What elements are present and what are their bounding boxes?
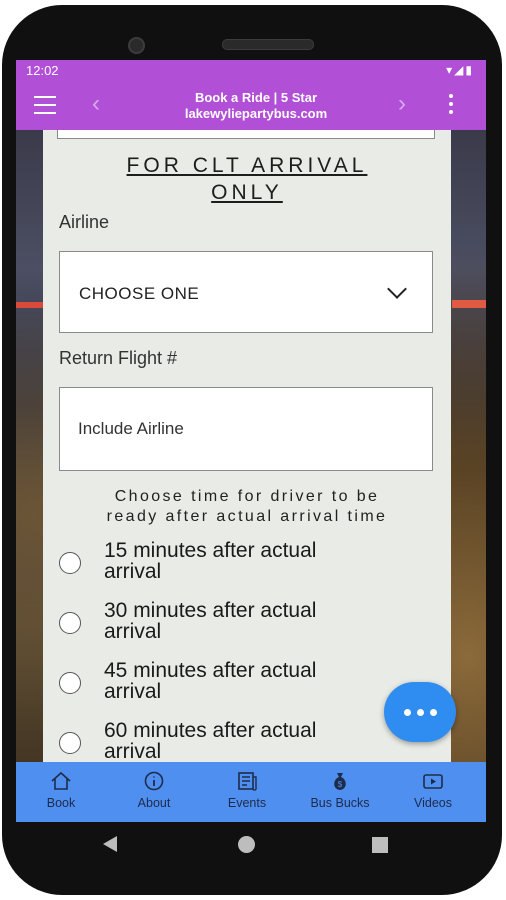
front-camera: [128, 37, 145, 54]
signal-icon: ◢: [454, 63, 466, 77]
radio-label-line2: arrival: [104, 740, 162, 763]
earpiece-speaker: [222, 39, 314, 50]
radio-option-45[interactable]: 45 minutes after actual arrival: [59, 660, 439, 714]
nav-label-events: Events: [227, 796, 267, 810]
section-heading: FOR CLT ARRIVAL ONLY: [43, 152, 451, 206]
system-back-icon[interactable]: [103, 836, 117, 852]
airline-label: Airline: [59, 212, 110, 232]
more-horizontal-icon: [404, 709, 411, 716]
app-bar: ‹ Book a Ride | 5 Star lakewyliepartybus…: [16, 82, 486, 130]
radio-option-30[interactable]: 30 minutes after actual arrival: [59, 600, 439, 654]
radio-label: 45 minutes after actual arrival: [104, 660, 404, 702]
driver-time-instructions: Choose time for driver to be ready after…: [43, 487, 451, 527]
airline-select[interactable]: CHOOSE ONE: [59, 251, 433, 333]
return-flight-field[interactable]: [59, 387, 433, 471]
status-bar: 12:02 ▾◢▮: [16, 60, 486, 82]
wifi-icon: ▾: [446, 63, 455, 77]
radio-label-line1: 15 minutes after actual: [104, 539, 317, 562]
newspaper-icon: [238, 772, 257, 791]
instructions-line1: Choose time for driver to be: [114, 488, 380, 505]
nav-label-bus-bucks: Bus Bucks: [310, 796, 370, 810]
nav-label-videos: Videos: [414, 796, 452, 810]
info-icon: [144, 771, 164, 791]
svg-text:$: $: [338, 780, 343, 789]
more-actions-button[interactable]: [384, 682, 456, 742]
forward-arrow-icon[interactable]: ›: [398, 90, 406, 118]
system-recents-icon[interactable]: [372, 837, 388, 853]
radio-label: 60 minutes after actual arrival: [104, 720, 404, 762]
battery-icon: ▮: [465, 63, 474, 77]
background-light-left: [16, 302, 44, 308]
phone-device: 12:02 ▾◢▮ ‹ Book a Ride | 5 Star lakewyl…: [0, 0, 506, 900]
radio-button[interactable]: [59, 612, 81, 634]
radio-label-line1: 30 minutes after actual: [104, 599, 317, 622]
radio-button[interactable]: [59, 672, 81, 694]
more-vertical-icon[interactable]: [448, 94, 454, 118]
menu-icon[interactable]: [34, 96, 56, 114]
radio-label: 15 minutes after actual arrival: [104, 540, 404, 582]
nav-label-about: About: [137, 796, 171, 810]
radio-label-line1: 60 minutes after actual: [104, 719, 317, 742]
heading-line2: ONLY: [211, 181, 283, 204]
radio-label-line2: arrival: [104, 680, 162, 703]
background-light-right: [452, 300, 486, 308]
return-flight-label: Return Flight #: [59, 348, 178, 368]
radio-label-line1: 45 minutes after actual: [104, 659, 317, 682]
fab-dot: [417, 709, 424, 716]
app-title-line2: lakewyliepartybus.com: [184, 106, 328, 121]
money-bag-icon: $: [334, 773, 346, 790]
radio-label-line2: arrival: [104, 620, 162, 643]
radio-label-line2: arrival: [104, 560, 162, 583]
fab-dot: [430, 709, 437, 716]
radio-button[interactable]: [59, 732, 81, 754]
nav-item-about[interactable]: About: [109, 762, 199, 822]
radio-label: 30 minutes after actual arrival: [104, 600, 404, 642]
radio-option-15[interactable]: 15 minutes after actual arrival: [59, 540, 439, 594]
nav-item-videos[interactable]: Videos: [388, 762, 478, 822]
screen: 12:02 ▾◢▮ ‹ Book a Ride | 5 Star lakewyl…: [16, 60, 486, 822]
nav-label-book: Book: [46, 796, 76, 810]
chevron-down-icon: [387, 279, 407, 299]
heading-line1: FOR CLT ARRIVAL: [126, 154, 368, 177]
instructions-line2: ready after actual arrival time: [106, 508, 388, 525]
back-arrow-icon[interactable]: ‹: [92, 90, 100, 118]
system-home-icon[interactable]: [238, 836, 255, 853]
radio-button[interactable]: [59, 552, 81, 574]
status-time: 12:02: [26, 63, 59, 78]
video-icon: [423, 774, 443, 789]
bottom-navigation: Book About Events $ Bus Bucks Videos: [16, 762, 486, 822]
app-title: Book a Ride | 5 Star lakewyliepartybus.c…: [126, 90, 386, 122]
airline-selected-value: CHOOSE ONE: [79, 284, 200, 303]
home-icon: [51, 771, 71, 790]
status-icons: ▾◢▮: [446, 63, 474, 77]
nav-item-bus-bucks[interactable]: $ Bus Bucks: [295, 762, 385, 822]
nav-item-events[interactable]: Events: [202, 762, 292, 822]
return-flight-input[interactable]: [60, 388, 432, 470]
nav-item-book[interactable]: Book: [16, 762, 106, 822]
app-title-line1: Book a Ride | 5 Star: [194, 90, 318, 105]
system-navigation-bar: [0, 822, 506, 872]
previous-field[interactable]: [57, 130, 435, 139]
